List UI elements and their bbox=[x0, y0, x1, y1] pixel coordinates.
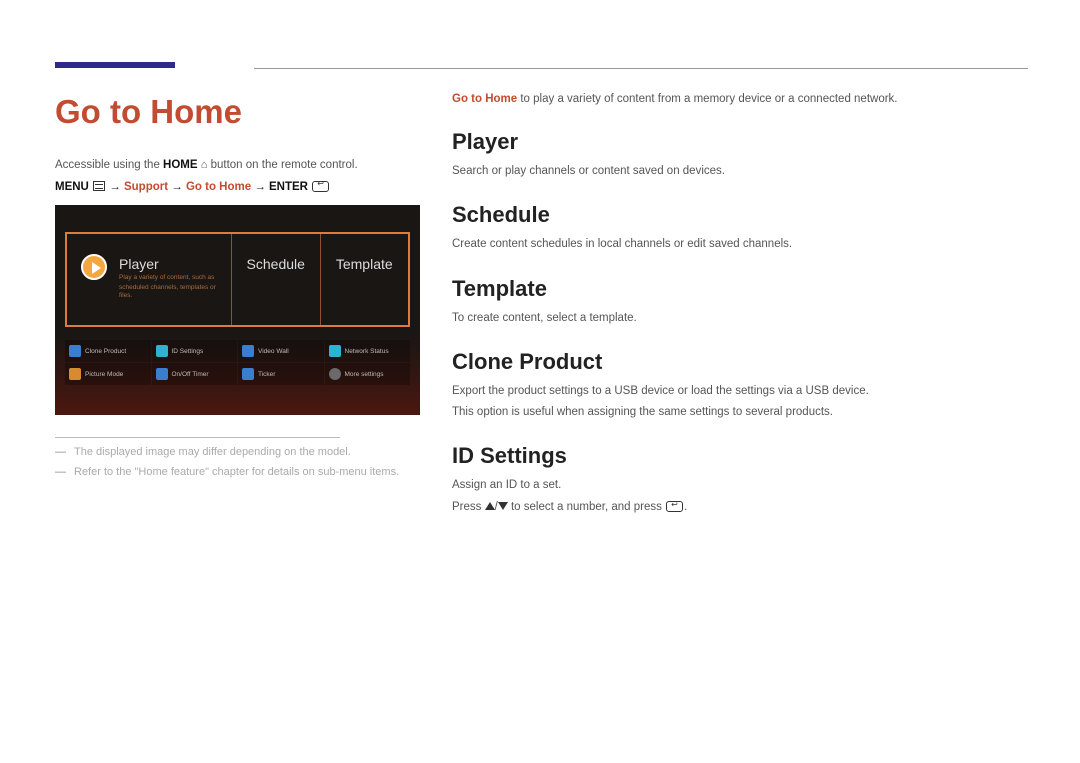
tv-top-row: Player Play a variety of content, such a… bbox=[65, 232, 410, 327]
path-support: Support bbox=[124, 181, 168, 193]
section-text: Export the product settings to a USB dev… bbox=[452, 383, 1027, 400]
grid-item-icon bbox=[156, 345, 168, 357]
tv-grid: Clone Product ID Settings Video Wall Networ… bbox=[65, 340, 410, 385]
tv-grid-item: On/Off Timer bbox=[152, 363, 238, 385]
enter-icon bbox=[666, 501, 683, 512]
section-heading: Player bbox=[452, 129, 1027, 155]
tv-grid-item: Ticker bbox=[238, 363, 324, 385]
left-column: Go to Home Accessible using the HOME ⌂ b… bbox=[55, 93, 420, 486]
press-post: to select a number, and press bbox=[508, 501, 665, 513]
intro-rest: to play a variety of content from a memo… bbox=[517, 93, 897, 105]
grid-item-icon bbox=[329, 345, 341, 357]
menu-path: MENU → Support → Go to Home → ENTER bbox=[55, 181, 420, 193]
grid-item-label: More settings bbox=[345, 371, 384, 378]
note-separator bbox=[55, 437, 340, 438]
tv-grid-item: Picture Mode bbox=[65, 363, 151, 385]
grid-item-label: Clone Product bbox=[85, 348, 126, 355]
section-text: Create content schedules in local channe… bbox=[452, 236, 1027, 253]
path-arrow-3: → bbox=[251, 181, 269, 193]
grid-item-label: On/Off Timer bbox=[172, 371, 209, 378]
note-line: ― Refer to the "Home feature" chapter for… bbox=[55, 466, 420, 478]
grid-item-icon bbox=[156, 368, 168, 380]
tv-grid-item: ID Settings bbox=[152, 340, 238, 362]
accessible-pre: Accessible using the bbox=[55, 159, 163, 171]
tv-grid-item: Clone Product bbox=[65, 340, 151, 362]
tv-player-sub1: Play a variety of content, such as bbox=[119, 274, 221, 282]
menu-icon bbox=[93, 181, 105, 191]
play-icon bbox=[81, 254, 107, 280]
tv-schedule-cell: Schedule bbox=[232, 234, 321, 325]
section-press-line: Press / to select a number, and press . bbox=[452, 499, 1027, 516]
path-enter: ENTER bbox=[269, 181, 308, 193]
header-rule bbox=[254, 68, 1028, 69]
right-column: Go to Home to play a variety of content … bbox=[452, 93, 1027, 538]
page-title: Go to Home bbox=[55, 93, 420, 131]
intro-line: Go to Home to play a variety of content … bbox=[452, 93, 1027, 105]
section-heading: Clone Product bbox=[452, 349, 1027, 375]
chapter-bar bbox=[55, 62, 175, 68]
tv-schedule-label: Schedule bbox=[232, 256, 320, 272]
path-menu: MENU bbox=[55, 181, 89, 193]
accessible-bold: HOME bbox=[163, 159, 198, 171]
path-arrow-2: → bbox=[168, 181, 186, 193]
notes-container: ― The displayed image may differ dependin… bbox=[55, 446, 420, 478]
accessible-post: button on the remote control. bbox=[207, 159, 357, 171]
tv-template-cell: Template bbox=[321, 234, 409, 325]
path-gotohome: Go to Home bbox=[186, 181, 251, 193]
arrow-down-icon bbox=[498, 502, 508, 510]
section-text: Search or play channels or content saved… bbox=[452, 163, 1027, 180]
grid-item-label: Picture Mode bbox=[85, 371, 123, 378]
grid-item-label: Ticker bbox=[258, 371, 275, 378]
tv-player-label: Player bbox=[119, 256, 221, 272]
intro-bold: Go to Home bbox=[452, 93, 517, 105]
section-text: This option is useful when assigning the… bbox=[452, 404, 1027, 421]
grid-item-icon bbox=[329, 368, 341, 380]
tv-player-cell: Player Play a variety of content, such a… bbox=[67, 234, 232, 325]
press-period: . bbox=[684, 501, 687, 513]
note-dash: ― bbox=[55, 446, 66, 458]
section-text: To create content, select a template. bbox=[452, 310, 1027, 327]
path-arrow-1: → bbox=[109, 181, 124, 193]
note-text: Refer to the "Home feature" chapter for … bbox=[74, 466, 399, 478]
grid-item-icon bbox=[69, 368, 81, 380]
section-text: Assign an ID to a set. bbox=[452, 477, 1027, 494]
note-dash: ― bbox=[55, 466, 66, 478]
section-heading: ID Settings bbox=[452, 443, 1027, 469]
grid-item-icon bbox=[242, 345, 254, 357]
tv-screenshot: Player Play a variety of content, such a… bbox=[55, 205, 420, 415]
note-line: ― The displayed image may differ dependin… bbox=[55, 446, 420, 458]
tv-player-sub2: scheduled channels, templates or files. bbox=[119, 284, 221, 300]
tv-grid-item: More settings bbox=[325, 363, 411, 385]
section-heading: Schedule bbox=[452, 202, 1027, 228]
grid-item-icon bbox=[242, 368, 254, 380]
grid-item-label: Network Status bbox=[345, 348, 389, 355]
section-heading: Template bbox=[452, 276, 1027, 302]
grid-item-label: ID Settings bbox=[172, 348, 204, 355]
sections-container: Player Search or play channels or content… bbox=[452, 129, 1027, 516]
tv-grid-item: Network Status bbox=[325, 340, 411, 362]
note-text: The displayed image may differ depending… bbox=[74, 446, 351, 458]
press-pre: Press bbox=[452, 501, 485, 513]
arrow-up-icon bbox=[485, 502, 495, 510]
grid-item-icon bbox=[69, 345, 81, 357]
accessible-text: Accessible using the HOME ⌂ button on th… bbox=[55, 159, 420, 171]
tv-grid-item: Video Wall bbox=[238, 340, 324, 362]
enter-icon bbox=[312, 181, 329, 192]
tv-template-label: Template bbox=[321, 256, 409, 272]
grid-item-label: Video Wall bbox=[258, 348, 289, 355]
